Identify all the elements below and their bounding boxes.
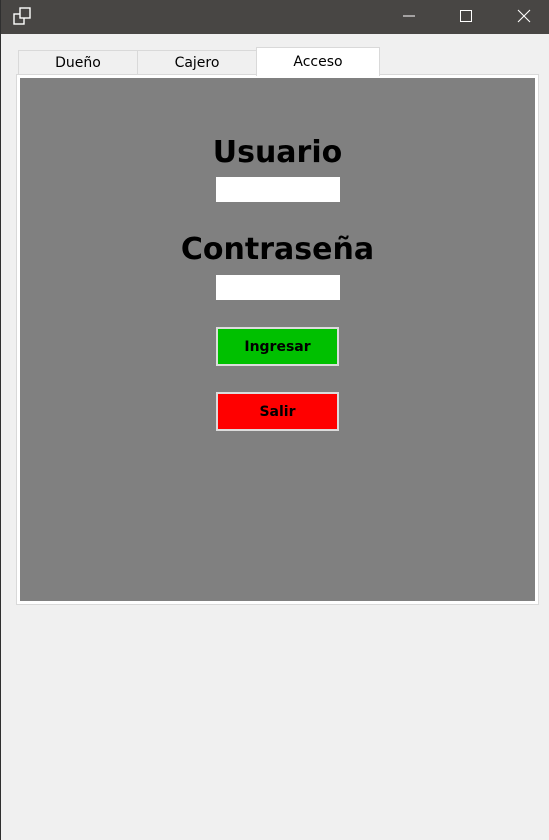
close-icon (517, 8, 531, 27)
minimize-button[interactable] (380, 0, 437, 34)
usuario-input[interactable] (216, 177, 340, 202)
maximize-button[interactable] (437, 0, 494, 34)
contrasena-label: Contraseña (180, 232, 375, 267)
app-window: Dueño Cajero Acceso Usuario Contraseña I… (0, 0, 549, 840)
tab-acceso[interactable]: Acceso (256, 47, 380, 76)
ingresar-button[interactable]: Ingresar (216, 327, 339, 366)
tab-cajero[interactable]: Cajero (137, 50, 257, 75)
login-panel: Usuario Contraseña Ingresar Salir (20, 78, 535, 601)
tab-dueno[interactable]: Dueño (18, 50, 138, 75)
usuario-label: Usuario (212, 135, 343, 170)
maximize-icon (459, 8, 473, 27)
minimize-icon (402, 8, 416, 27)
salir-button[interactable]: Salir (216, 392, 339, 431)
title-bar[interactable] (1, 0, 549, 34)
app-icon (12, 6, 34, 28)
contrasena-input[interactable] (216, 275, 340, 300)
close-button[interactable] (495, 0, 549, 34)
tab-page-acceso: Usuario Contraseña Ingresar Salir (16, 74, 539, 605)
